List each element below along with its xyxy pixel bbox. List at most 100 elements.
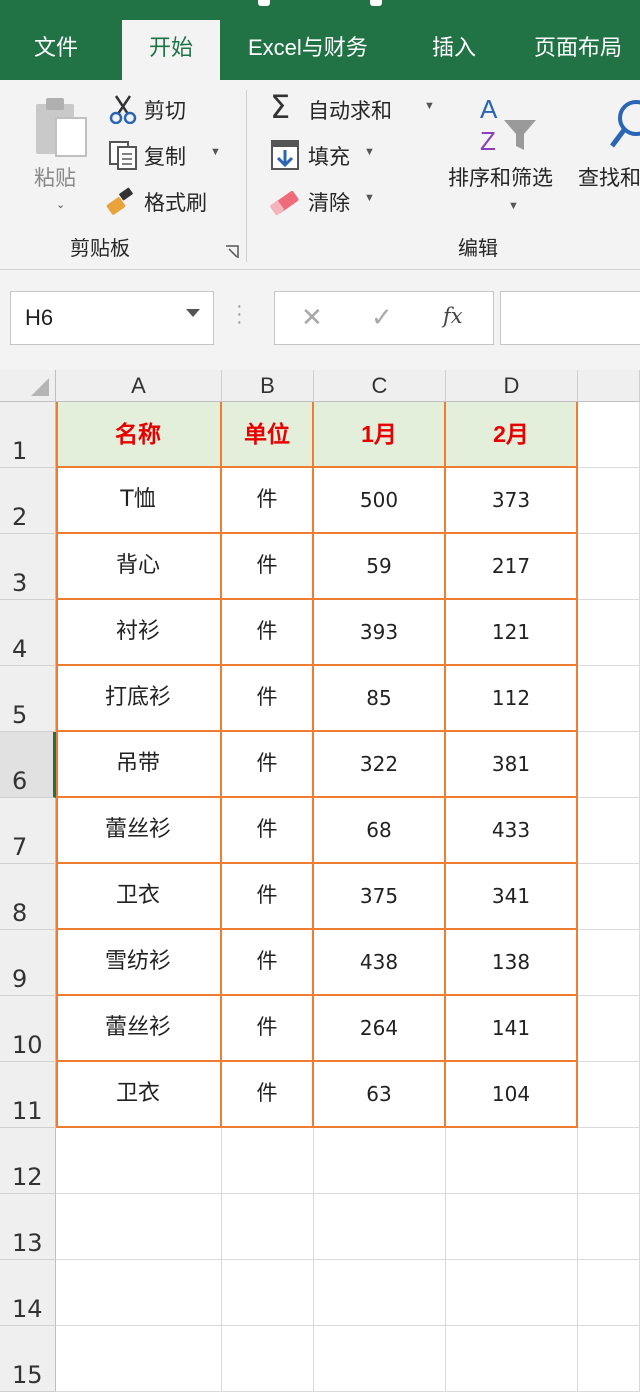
table-cell[interactable]: 件: [222, 930, 314, 996]
formula-input[interactable]: [500, 291, 640, 345]
table-cell[interactable]: 373: [446, 468, 578, 534]
resize-handle-icon[interactable]: · · ·: [236, 296, 243, 332]
tab-insert[interactable]: 插入: [432, 20, 476, 80]
table-cell[interactable]: 438: [314, 930, 446, 996]
table-cell[interactable]: 件: [222, 666, 314, 732]
clear-dropdown-icon[interactable]: ▼: [364, 192, 375, 204]
name-box-dropdown-icon[interactable]: [186, 309, 200, 317]
table-cell[interactable]: 件: [222, 468, 314, 534]
insert-function-icon[interactable]: fx: [443, 304, 463, 328]
table-cell[interactable]: 件: [222, 534, 314, 600]
grid-cell[interactable]: [578, 1062, 640, 1128]
table-cell[interactable]: 264: [314, 996, 446, 1062]
fill-dropdown-icon[interactable]: ▼: [364, 146, 375, 158]
table-cell[interactable]: 112: [446, 666, 578, 732]
grid-cell[interactable]: [222, 1128, 314, 1194]
select-all-corner[interactable]: [0, 370, 56, 402]
grid-cell[interactable]: [578, 468, 640, 534]
table-cell[interactable]: 件: [222, 996, 314, 1062]
grid-cell[interactable]: [446, 1128, 578, 1194]
grid-cell[interactable]: [578, 402, 640, 468]
row-header[interactable]: 8: [0, 864, 56, 930]
table-cell[interactable]: 件: [222, 1062, 314, 1128]
fill-button[interactable]: 填充 ▼: [268, 138, 378, 172]
grid-cell[interactable]: [446, 1260, 578, 1326]
row-header[interactable]: 6: [0, 732, 56, 798]
table-cell[interactable]: 68: [314, 798, 446, 864]
tab-home[interactable]: 开始: [122, 20, 220, 80]
grid-cell[interactable]: [314, 1260, 446, 1326]
row-header[interactable]: 9: [0, 930, 56, 996]
table-cell[interactable]: 393: [314, 600, 446, 666]
row-header[interactable]: 14: [0, 1260, 56, 1326]
grid-cell[interactable]: [578, 930, 640, 996]
row-header[interactable]: 3: [0, 534, 56, 600]
row-header[interactable]: 2: [0, 468, 56, 534]
table-cell[interactable]: 381: [446, 732, 578, 798]
table-cell[interactable]: 341: [446, 864, 578, 930]
grid-cell[interactable]: [446, 1194, 578, 1260]
grid-cell[interactable]: [578, 1326, 640, 1392]
grid-cell[interactable]: [578, 600, 640, 666]
grid-cell[interactable]: [56, 1128, 222, 1194]
grid-cell[interactable]: [314, 1326, 446, 1392]
grid-cell[interactable]: [314, 1128, 446, 1194]
copy-button[interactable]: 复制 ▼: [106, 138, 226, 172]
column-header-a[interactable]: A: [56, 370, 222, 402]
table-cell[interactable]: 衬衫: [56, 600, 222, 666]
row-header[interactable]: 5: [0, 666, 56, 732]
grid-cell[interactable]: [222, 1194, 314, 1260]
grid-cell[interactable]: [56, 1194, 222, 1260]
table-cell[interactable]: 104: [446, 1062, 578, 1128]
table-cell[interactable]: 433: [446, 798, 578, 864]
table-cell[interactable]: 121: [446, 600, 578, 666]
tab-file[interactable]: 文件: [34, 20, 78, 80]
table-header-cell[interactable]: 单位: [222, 402, 314, 468]
grid-cell[interactable]: [578, 1194, 640, 1260]
copy-dropdown-icon[interactable]: ▼: [210, 146, 221, 158]
table-cell[interactable]: 卫衣: [56, 864, 222, 930]
table-cell[interactable]: 322: [314, 732, 446, 798]
column-header-d[interactable]: D: [446, 370, 578, 402]
table-cell[interactable]: 卫衣: [56, 1062, 222, 1128]
column-header-e[interactable]: [578, 370, 640, 402]
table-cell[interactable]: 件: [222, 798, 314, 864]
enter-icon[interactable]: ✓: [371, 302, 393, 333]
autosum-button[interactable]: Σ 自动求和 ▼: [268, 88, 438, 126]
grid-cell[interactable]: [56, 1326, 222, 1392]
table-cell[interactable]: 雪纺衫: [56, 930, 222, 996]
format-painter-button[interactable]: 格式刷: [106, 184, 226, 218]
grid-cell[interactable]: [446, 1326, 578, 1392]
grid-cell[interactable]: [578, 996, 640, 1062]
dialog-launcher-icon[interactable]: [224, 244, 240, 260]
row-header[interactable]: 15: [0, 1326, 56, 1392]
row-header[interactable]: 13: [0, 1194, 56, 1260]
grid-cell[interactable]: [578, 534, 640, 600]
grid-cell[interactable]: [578, 666, 640, 732]
table-cell[interactable]: 141: [446, 996, 578, 1062]
table-cell[interactable]: 蕾丝衫: [56, 996, 222, 1062]
clear-button[interactable]: 清除 ▼: [268, 184, 378, 218]
sort-filter-button[interactable]: A Z 排序和筛选 ▼: [446, 92, 572, 222]
tab-page-layout[interactable]: 页面布局: [534, 20, 622, 80]
table-cell[interactable]: 件: [222, 732, 314, 798]
table-header-cell[interactable]: 2月: [446, 402, 578, 468]
grid-cell[interactable]: [222, 1326, 314, 1392]
tab-excel-finance[interactable]: Excel与财务: [248, 20, 368, 80]
row-header[interactable]: 10: [0, 996, 56, 1062]
grid-cell[interactable]: [578, 732, 640, 798]
table-cell[interactable]: 500: [314, 468, 446, 534]
spreadsheet-grid[interactable]: A B C D 1 2 3 4 5 6 7 8 9 10 11 12 13 14 15 名称 单位 1月 2月 T恤件 500 3…: [0, 370, 640, 1392]
grid-cell[interactable]: [56, 1260, 222, 1326]
row-header[interactable]: 12: [0, 1128, 56, 1194]
name-box[interactable]: H6: [10, 291, 214, 345]
cancel-icon[interactable]: ✕: [301, 302, 323, 333]
row-header[interactable]: 7: [0, 798, 56, 864]
table-cell[interactable]: 375: [314, 864, 446, 930]
grid-cell[interactable]: [578, 1260, 640, 1326]
row-header[interactable]: 4: [0, 600, 56, 666]
paste-dropdown-icon[interactable]: ⌄: [56, 198, 65, 211]
autosum-dropdown-icon[interactable]: ▼: [424, 100, 435, 112]
table-cell[interactable]: 59: [314, 534, 446, 600]
sort-filter-dropdown-icon[interactable]: ▼: [508, 200, 519, 212]
